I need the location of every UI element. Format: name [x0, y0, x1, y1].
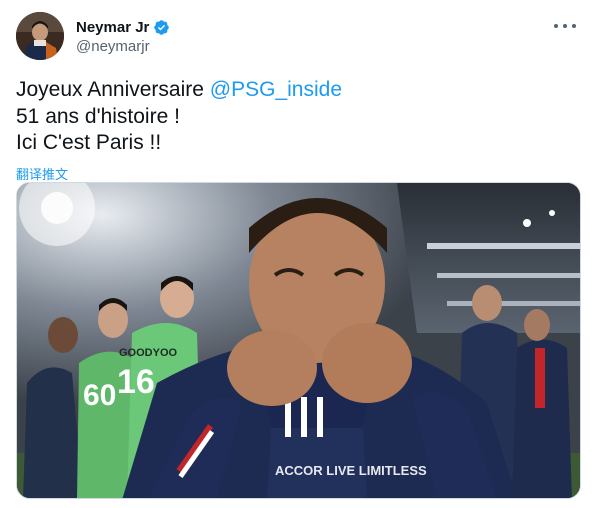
verified-badge-icon: [154, 19, 170, 35]
more-dots-icon[interactable]: [554, 20, 576, 32]
svg-text:GOODYOO: GOODYOO: [119, 347, 178, 359]
tweet-card: Neymar Jr @neymarjr Joyeux Anniversaire …: [0, 0, 594, 508]
translate-tweet-link[interactable]: 翻译推文: [16, 164, 68, 183]
avatar[interactable]: [16, 12, 64, 60]
display-name[interactable]: Neymar Jr: [76, 19, 149, 36]
handle[interactable]: @neymarjr: [76, 38, 170, 55]
tweet-photo[interactable]: 60 GOODYOO 16 ACCOR LIVE LIMITLESS: [16, 182, 581, 499]
mention-link[interactable]: @PSG_inside: [210, 78, 342, 101]
tweet-body: Joyeux Anniversaire @PSG_inside 51 ans d…: [16, 77, 576, 157]
tweet-line-2: 51 ans d'histoire !: [16, 104, 180, 128]
tweet-line-3: Ici C'est Paris !!: [16, 131, 162, 154]
svg-text:ACCOR LIVE LIMITLESS: ACCOR LIVE LIMITLESS: [275, 463, 427, 478]
svg-text:60: 60: [83, 379, 116, 412]
tweet-line-1: Joyeux Anniversaire @PSG_inside: [16, 77, 576, 104]
tweet-header: Neymar Jr @neymarjr: [16, 12, 580, 62]
svg-text:16: 16: [117, 363, 155, 401]
author-names: Neymar Jr @neymarjr: [76, 17, 170, 55]
tweet-line-1-text: Joyeux Anniversaire: [16, 78, 210, 101]
